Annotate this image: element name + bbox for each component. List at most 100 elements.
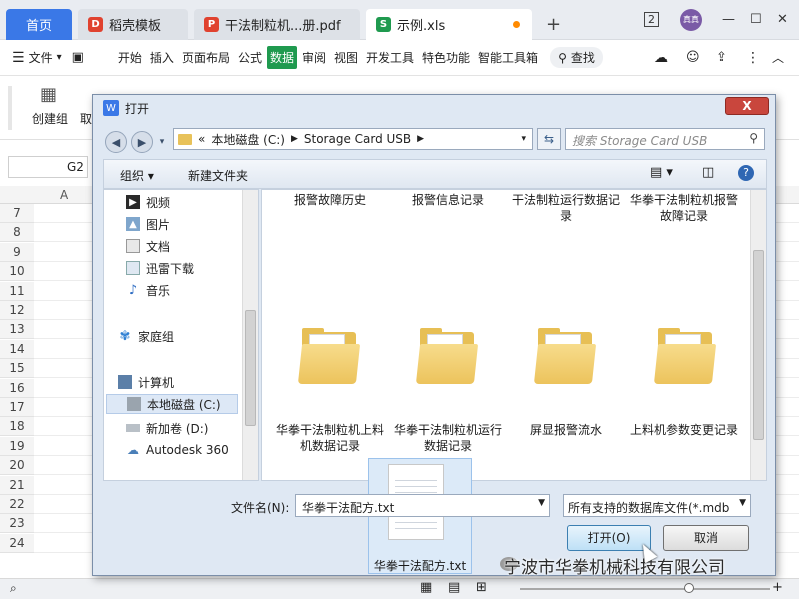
user-icon[interactable]: ☺: [686, 50, 700, 65]
save-icon[interactable]: ▣: [72, 50, 84, 65]
chevron-down-icon[interactable]: ▾: [57, 52, 62, 63]
row-number[interactable]: 14: [0, 339, 34, 359]
tree-item-video[interactable]: ▶ 视频: [126, 192, 170, 212]
address-overflow[interactable]: «: [198, 132, 205, 146]
help-icon[interactable]: ?: [738, 165, 754, 181]
row-number[interactable]: 10: [0, 262, 34, 282]
folder-icon[interactable]: [653, 326, 717, 384]
hamburger-icon[interactable]: ☰: [12, 50, 25, 66]
restore-icon[interactable]: ☐: [750, 12, 762, 27]
file-item[interactable]: 报警故障历史: [274, 192, 386, 208]
folder-item[interactable]: 上料机参数变更记录: [628, 422, 740, 438]
file-item[interactable]: 华拳干法制粒机报警故障记录: [628, 192, 740, 224]
ribbon-partial-label[interactable]: 取: [80, 110, 92, 127]
row-number[interactable]: 22: [0, 495, 34, 514]
row-number[interactable]: 13: [0, 320, 34, 340]
menu-features[interactable]: 特色功能: [419, 46, 473, 69]
row-number[interactable]: 23: [0, 514, 34, 534]
menu-layout[interactable]: 页面布局: [179, 46, 233, 69]
menu-start[interactable]: 开始: [115, 46, 145, 69]
tree-item-music[interactable]: ♪ 音乐: [126, 280, 170, 300]
files-scroll-thumb[interactable]: [753, 250, 764, 440]
address-segment-drive[interactable]: 本地磁盘 (C:): [211, 131, 285, 148]
file-item[interactable]: 干法制粒运行数据记录: [510, 192, 622, 224]
tree-item-autodesk[interactable]: ☁ Autodesk 360: [126, 440, 229, 460]
macro-icon[interactable]: ⌕: [10, 581, 17, 596]
folder-icon[interactable]: [297, 326, 361, 384]
file-item[interactable]: 报警信息记录: [392, 192, 504, 208]
page-count-badge[interactable]: 2: [644, 12, 659, 27]
row-number[interactable]: 24: [0, 533, 34, 553]
nav-scrollbar[interactable]: [242, 190, 258, 480]
address-dropdown-icon[interactable]: ▾: [521, 134, 526, 144]
tree-item-downloads[interactable]: 迅雷下载: [126, 258, 194, 278]
zoom-slider[interactable]: [520, 588, 770, 590]
row-number[interactable]: 7: [0, 204, 34, 223]
menu-file[interactable]: 文件: [26, 46, 56, 69]
organize-button[interactable]: 组织 ▾: [120, 167, 154, 184]
row-number[interactable]: 9: [0, 242, 34, 262]
preview-pane-icon[interactable]: ◫: [702, 165, 714, 180]
cloud-icon[interactable]: ☁: [654, 50, 668, 66]
address-separator-icon[interactable]: ▶: [291, 134, 298, 144]
zoom-in-icon[interactable]: +: [772, 580, 783, 595]
folder-item[interactable]: 华拳干法制粒机运行数据记录: [392, 422, 504, 454]
dialog-close-button[interactable]: X: [725, 97, 769, 115]
new-tab-button[interactable]: +: [546, 14, 561, 35]
row-number[interactable]: 21: [0, 475, 34, 495]
new-folder-button[interactable]: 新建文件夹: [188, 167, 248, 184]
files-scrollbar[interactable]: [750, 190, 766, 480]
history-dropdown-icon[interactable]: ▾: [155, 135, 169, 149]
search-command[interactable]: ⚲ 查找: [550, 47, 603, 68]
menu-review[interactable]: 审阅: [299, 46, 329, 69]
tree-item-local-disk-c[interactable]: 本地磁盘 (C:): [106, 394, 238, 414]
address-segment-folder[interactable]: Storage Card USB: [304, 132, 411, 146]
folder-item[interactable]: 华拳干法制粒机上料机数据记录: [274, 422, 386, 454]
nav-scroll-thumb[interactable]: [245, 310, 256, 426]
chevron-down-icon[interactable]: ▼: [538, 498, 545, 508]
tab-pdf[interactable]: P 干法制粒机...册.pdf: [194, 9, 360, 40]
tree-item-pictures[interactable]: ▲ 图片: [126, 214, 170, 234]
page-layout-icon[interactable]: ▤: [448, 580, 460, 595]
page-break-icon[interactable]: ⊞: [476, 580, 487, 595]
row-number[interactable]: 18: [0, 417, 34, 437]
row-number[interactable]: 17: [0, 398, 34, 417]
refresh-icon[interactable]: ⇆: [537, 128, 561, 150]
back-icon[interactable]: ◀: [105, 131, 127, 153]
view-options-icon[interactable]: ▤ ▾: [650, 165, 673, 180]
collapse-ribbon-icon[interactable]: ︿: [772, 49, 784, 66]
tab-home[interactable]: 首页: [6, 9, 72, 40]
zoom-thumb[interactable]: [684, 583, 694, 593]
row-number[interactable]: 8: [0, 223, 34, 243]
forward-icon[interactable]: ▶: [131, 131, 153, 153]
filetype-select[interactable]: 所有支持的数据库文件(*.mdb ▼: [563, 494, 751, 517]
create-group-button[interactable]: 创建组: [32, 110, 68, 127]
filename-input[interactable]: 华拳干法配方.txt ▼: [295, 494, 550, 517]
tree-item-documents[interactable]: 文档: [126, 236, 170, 256]
chevron-down-icon[interactable]: ▼: [739, 498, 746, 508]
avatar[interactable]: 真真: [680, 9, 702, 31]
more-icon[interactable]: ⋮: [746, 50, 760, 66]
tree-item-volume-d[interactable]: 新加卷 (D:): [126, 418, 208, 438]
row-number[interactable]: 16: [0, 378, 34, 398]
folder-icon[interactable]: [533, 326, 597, 384]
normal-view-icon[interactable]: ▦: [420, 580, 432, 595]
column-a-header[interactable]: A: [60, 188, 68, 202]
address-bar[interactable]: « 本地磁盘 (C:) ▶ Storage Card USB ▶ ▾: [173, 128, 533, 150]
cell-reference-box[interactable]: G2: [8, 156, 88, 178]
folder-icon[interactable]: [415, 326, 479, 384]
row-number[interactable]: 12: [0, 301, 34, 320]
menu-insert[interactable]: 插入: [147, 46, 177, 69]
row-number[interactable]: 11: [0, 281, 34, 301]
close-icon[interactable]: ✕: [777, 12, 788, 27]
menu-data[interactable]: 数据: [266, 46, 297, 69]
row-number[interactable]: 15: [0, 359, 34, 379]
minimize-icon[interactable]: —: [722, 12, 735, 27]
address-separator-icon[interactable]: ▶: [417, 134, 424, 144]
row-number[interactable]: 20: [0, 456, 34, 476]
share-icon[interactable]: ⇪: [716, 50, 727, 65]
menu-devtools[interactable]: 开发工具: [363, 46, 417, 69]
dialog-search-input[interactable]: 搜索 Storage Card USB ⚲: [565, 128, 765, 150]
tree-item-computer[interactable]: 计算机: [118, 372, 174, 392]
tab-docer[interactable]: D 稻壳模板: [78, 9, 188, 40]
